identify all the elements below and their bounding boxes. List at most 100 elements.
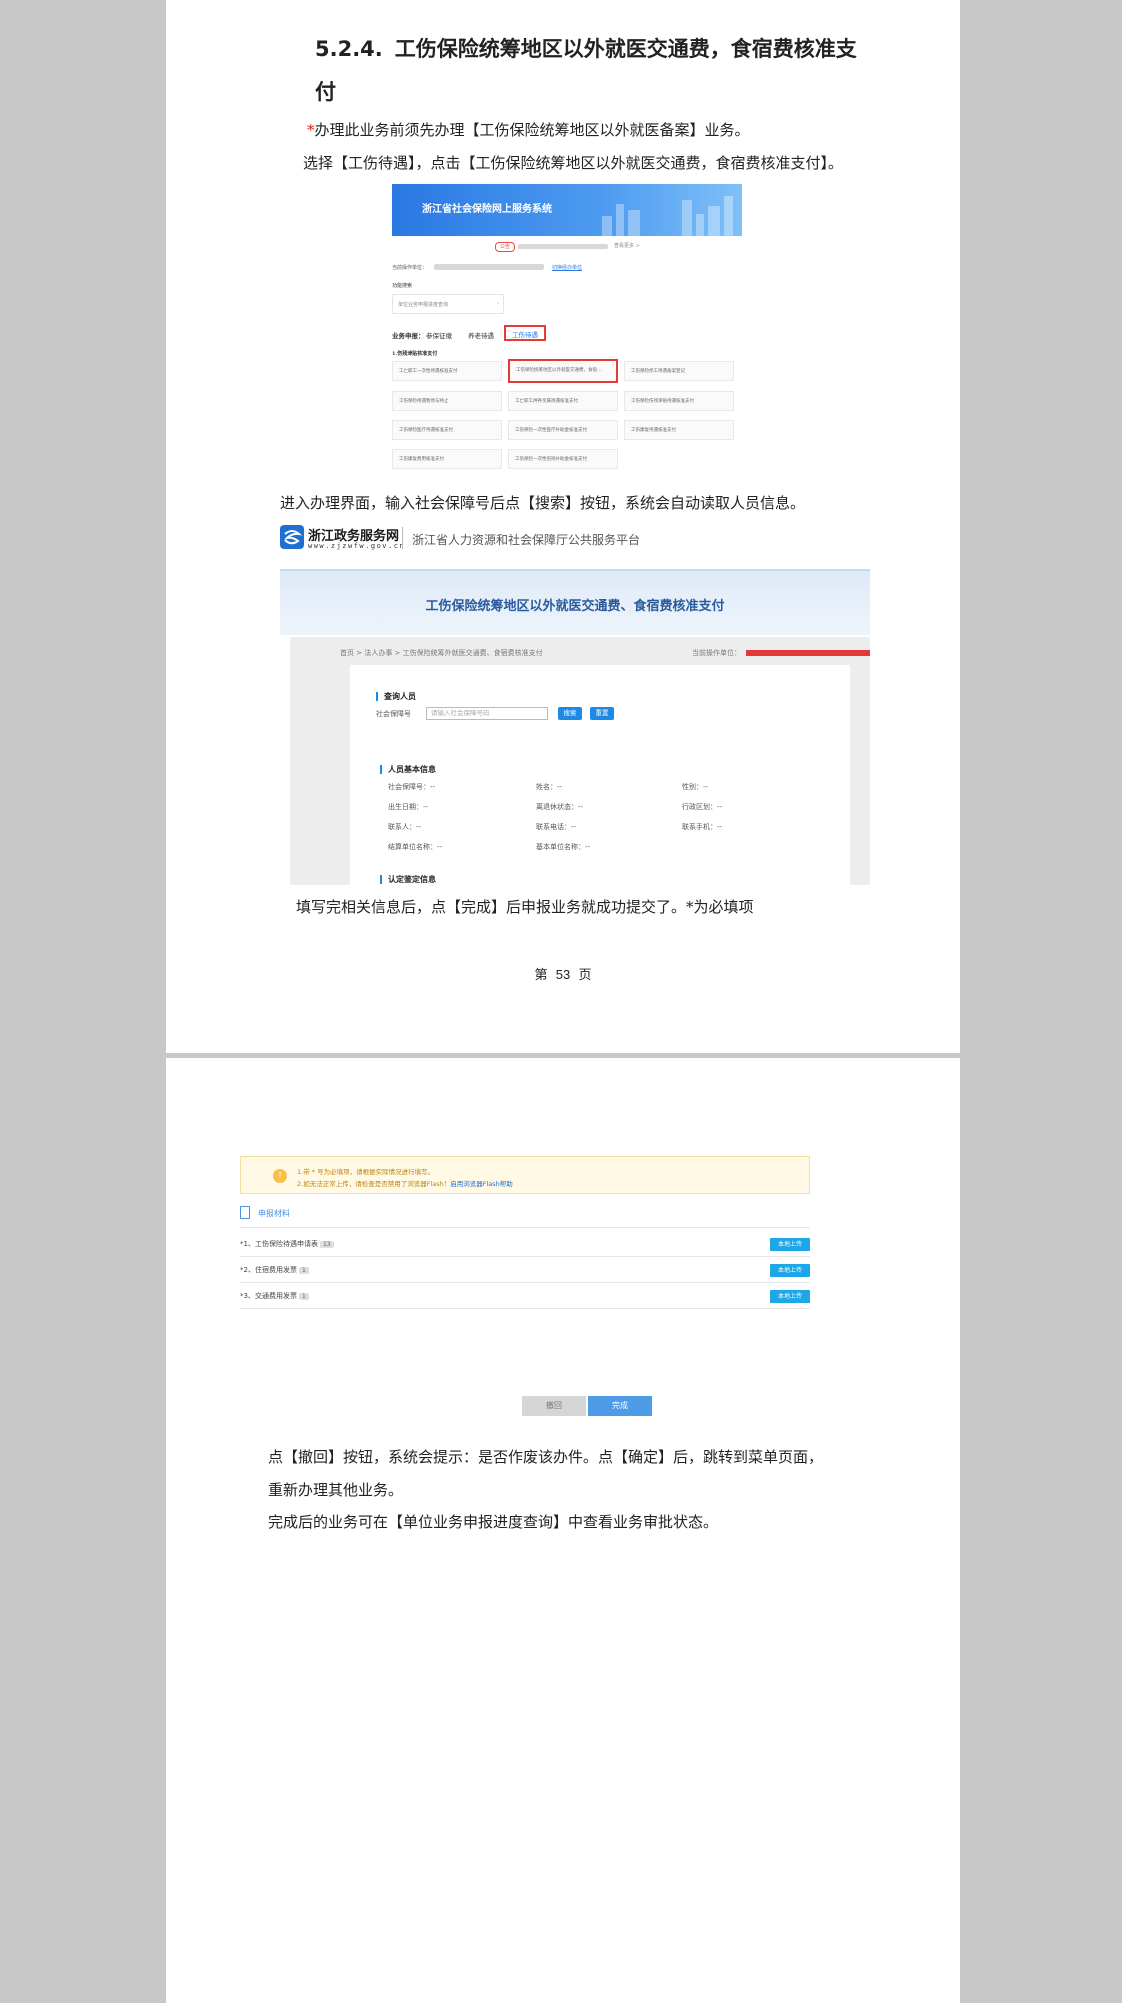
section-heading: 5.2.4. 工伤保险统筹地区以外就医交通费，食宿费核准支付 bbox=[315, 28, 875, 114]
prerequisite-note: *办理此业务前须先办理【工伤保险统筹地区以外就医备案】业务。 bbox=[307, 120, 750, 140]
category-label: 1.伤残津贴核准支付 bbox=[392, 351, 438, 357]
search-button[interactable]: 搜索 bbox=[558, 707, 582, 720]
divider bbox=[240, 1256, 810, 1257]
file-count-badge: 1 bbox=[298, 1267, 309, 1274]
materials-title: 申报材料 bbox=[258, 1209, 290, 1218]
field-contact: 联系人：-- bbox=[388, 823, 422, 831]
service-cell[interactable]: 工亡职工供养亲属待遇核准支付 bbox=[508, 391, 618, 411]
field-birthdate: 出生日期：-- bbox=[388, 803, 429, 811]
logo-url: www.zjzwfw.gov.cn bbox=[308, 542, 406, 550]
heading-text: 工伤保险统筹地区以外就医交通费，食宿费核准支付 bbox=[315, 37, 857, 104]
service-cell[interactable]: 工伤保险一次性伤残补助金核准支付 bbox=[508, 449, 618, 469]
field-mobile: 联系手机：-- bbox=[682, 823, 723, 831]
warning-line-2: 2.如无法正常上传，请检查是否禁用了浏览器Flash！启用浏览器Flash帮助 bbox=[297, 1178, 513, 1188]
material-name: *1、工伤保险待遇申请表 bbox=[240, 1240, 318, 1248]
ssn-input[interactable]: 请输入社会保障号码 bbox=[426, 707, 548, 720]
ssn-label: 社会保障号 bbox=[376, 710, 411, 718]
query-card: 查询人员 社会保障号 请输入社会保障号码 搜索 重置 人员基本信息 社会保障号：… bbox=[350, 665, 850, 885]
step-select-paragraph: 选择【工伤待遇】，点击【工伤保险统筹地区以外就医交通费，食宿费核准支付】。 bbox=[303, 154, 844, 172]
business-label: 业务申报： bbox=[392, 332, 425, 340]
file-count-badge: 1 bbox=[298, 1293, 309, 1300]
field-gender: 性别：-- bbox=[682, 783, 709, 791]
withdraw-paragraph-line-2: 重新办理其他业务。 bbox=[268, 1481, 404, 1499]
portal-banner: 浙江省社会保险网上服务系统 bbox=[392, 184, 742, 236]
notice-text-blur bbox=[518, 244, 608, 249]
service-cell[interactable]: 工伤康复费用核准支付 bbox=[392, 449, 502, 469]
step-search-paragraph: 进入办理界面，输入社会保障号后点【搜索】按钮，系统会自动读取人员信息。 bbox=[280, 494, 806, 512]
field-retirement-status: 离退休状态：-- bbox=[536, 803, 584, 811]
material-name: *3、交通费用发票 bbox=[240, 1292, 297, 1300]
zjzwfw-logo-icon bbox=[280, 525, 304, 549]
withdraw-paragraph-line-1: 点【撤回】按钮，系统会提示：是否作废该办件。点【确定】后，跳转到菜单页面， bbox=[268, 1448, 824, 1466]
service-cell[interactable]: 工伤康复待遇核准支付 bbox=[624, 420, 734, 440]
note-text: 办理此业务前须先办理【工伤保险统筹地区以外就医备案】业务。 bbox=[314, 121, 750, 139]
current-unit-label: 当前操作单位： bbox=[692, 649, 741, 657]
page-number-value: 53 bbox=[555, 967, 571, 982]
tab-pension[interactable]: 养老待遇 bbox=[468, 330, 494, 340]
materials-screenshot: ! 1.带 * 号为必填项，请根据实际情况进行填写。 2.如无法正常上传，请检查… bbox=[240, 1156, 810, 1326]
notice-more-link[interactable]: 查看更多 > bbox=[614, 242, 640, 249]
document-icon bbox=[240, 1206, 250, 1219]
tab-contribution[interactable]: 参保征缴 bbox=[426, 330, 452, 340]
platform-name: 浙江省人力资源和社会保障厅公共服务平台 bbox=[412, 533, 641, 547]
material-row-label: *2、住宿费用发票 1 bbox=[240, 1265, 309, 1275]
switch-unit-link[interactable]: 切换经办单位 bbox=[552, 264, 582, 271]
warning-line-2-text: 2.如无法正常上传，请检查是否禁用了浏览器Flash！ bbox=[297, 1180, 451, 1188]
field-ssn: 社会保障号：-- bbox=[388, 783, 436, 791]
warning-line-1: 1.带 * 号为必填项，请根据实际情况进行填写。 bbox=[297, 1168, 435, 1176]
function-select[interactable]: 单位业务申报进度查询 › bbox=[392, 294, 504, 314]
material-row-label: *3、交通费用发票 1 bbox=[240, 1291, 309, 1301]
service-title: 工伤保险统筹地区以外就医交通费、食宿费核准支付 bbox=[425, 599, 725, 614]
current-unit-label: 当前操作单位： bbox=[392, 265, 428, 271]
warning-box: ! 1.带 * 号为必填项，请根据实际情况进行填写。 2.如无法正常上传，请检查… bbox=[240, 1156, 810, 1194]
field-region: 行政区划：-- bbox=[682, 803, 723, 811]
service-cell[interactable]: 工伤保险伤残津贴待遇核准支付 bbox=[624, 391, 734, 411]
flash-help-link[interactable]: 启用浏览器Flash帮助 bbox=[450, 1180, 513, 1188]
page-prefix: 第 bbox=[534, 968, 548, 983]
logo-divider bbox=[402, 527, 403, 549]
breadcrumb[interactable]: 首页 > 法人办事 > 工伤保险统筹外就医交通费、食宿费核准支付 bbox=[340, 648, 543, 658]
query-section-title: 查询人员 bbox=[376, 692, 416, 701]
service-cell[interactable]: 工亡职工一次性待遇核准支付 bbox=[392, 361, 502, 381]
service-cell-outpatient-travel[interactable]: 工伤保险统筹地区以外就医交通费，食宿… bbox=[508, 359, 618, 383]
page-number: 第 53 页 bbox=[166, 964, 960, 983]
upload-button[interactable]: 本地上传 bbox=[770, 1290, 810, 1303]
divider bbox=[240, 1308, 810, 1309]
heading-number: 5.2.4. bbox=[315, 37, 383, 61]
basic-info-section-title: 人员基本信息 bbox=[380, 765, 436, 774]
tab-injury-benefits[interactable]: 工伤待遇 bbox=[504, 325, 546, 341]
status-query-paragraph: 完成后的业务可在【单位业务申报进度查询】中查看业务审批状态。 bbox=[268, 1513, 719, 1531]
upload-button[interactable]: 本地上传 bbox=[770, 1238, 810, 1251]
divider bbox=[240, 1282, 810, 1283]
complete-button[interactable]: 完成 bbox=[588, 1396, 652, 1416]
document-page-54: ! 1.带 * 号为必填项，请根据实际情况进行填写。 2.如无法正常上传，请检查… bbox=[166, 1058, 960, 2003]
material-row-label: *1、工伤保险待遇申请表 13 bbox=[240, 1239, 334, 1249]
portal-screenshot: 浙江省社会保险网上服务系统 公告 查看更多 > 当前操作单位： 切换经办单位 功… bbox=[392, 184, 742, 474]
step-submit-paragraph: 填写完相关信息后，点【完成】后申报业务就成功提交了。*为必填项 bbox=[296, 898, 754, 916]
divider bbox=[240, 1227, 810, 1228]
service-cell[interactable]: 工伤保险停工待遇备案登记 bbox=[624, 361, 734, 381]
function-search-label: 功能搜索 bbox=[392, 283, 413, 289]
document-page-53: 5.2.4. 工伤保险统筹地区以外就医交通费，食宿费核准支付 *办理此业务前须先办… bbox=[166, 0, 960, 1053]
required-mark: * bbox=[307, 121, 315, 139]
material-name: *2、住宿费用发票 bbox=[240, 1266, 297, 1274]
chevron-down-icon: › bbox=[497, 301, 499, 307]
appraisal-section-title: 认定鉴定信息 bbox=[380, 875, 436, 884]
field-name: 姓名：-- bbox=[536, 783, 563, 791]
withdraw-button[interactable]: 撤回 bbox=[522, 1396, 586, 1416]
field-phone: 联系电话：-- bbox=[536, 823, 577, 831]
current-unit-redacted bbox=[746, 650, 870, 656]
file-count-badge: 13 bbox=[319, 1241, 334, 1248]
form-screenshot: 浙江政务服务网 www.zjzwfw.gov.cn 浙江省人力资源和社会保障厅公… bbox=[280, 525, 870, 885]
service-cell[interactable]: 工伤保险待遇暂停与终止 bbox=[392, 391, 502, 411]
service-cell[interactable]: 工伤保险医疗待遇核准支付 bbox=[392, 420, 502, 440]
upload-button[interactable]: 本地上传 bbox=[770, 1264, 810, 1277]
notice-badge[interactable]: 公告 bbox=[495, 242, 515, 252]
reset-button[interactable]: 重置 bbox=[590, 707, 614, 720]
portal-banner-title: 浙江省社会保险网上服务系统 bbox=[422, 204, 552, 215]
service-cell[interactable]: 工伤保险一次性医疗补助金核准支付 bbox=[508, 420, 618, 440]
field-base-unit: 基本单位名称：-- bbox=[536, 843, 591, 851]
service-title-band: 工伤保险统筹地区以外就医交通费、食宿费核准支付 bbox=[280, 569, 870, 635]
field-settlement-unit: 结算单位名称：-- bbox=[388, 843, 443, 851]
function-select-value: 单位业务申报进度查询 bbox=[398, 302, 449, 308]
